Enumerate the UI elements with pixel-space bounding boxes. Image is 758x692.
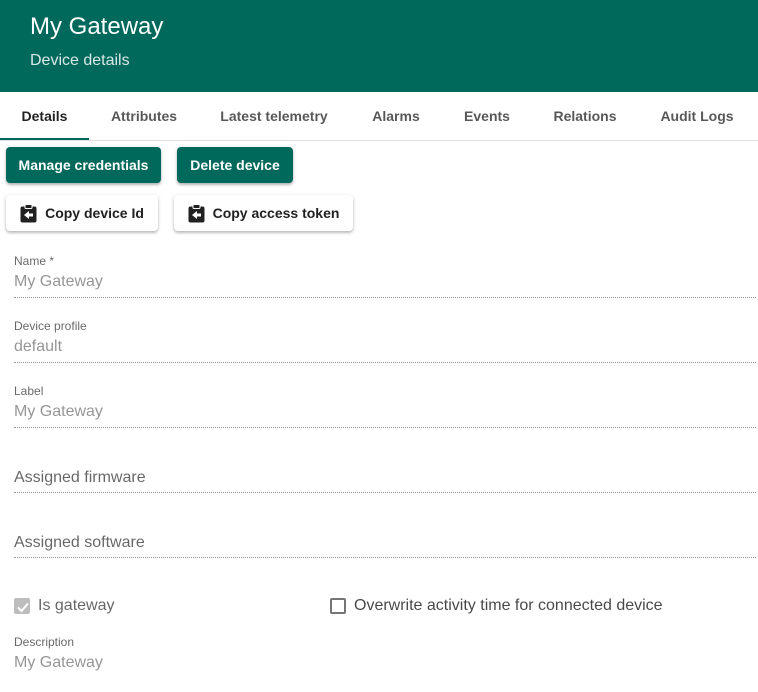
copy-access-token-label: Copy access token — [212, 205, 340, 221]
copy-access-token-button[interactable]: Copy access token — [174, 195, 353, 231]
delete-device-button[interactable]: Delete device — [177, 147, 293, 183]
name-field-underline — [14, 297, 756, 298]
description-value: My Gateway — [14, 654, 103, 671]
device-profile-value: default — [14, 338, 63, 355]
manage-credentials-button[interactable]: Manage credentials — [6, 147, 161, 183]
assigned-software-field[interactable]: Assigned software — [14, 512, 756, 560]
device-profile-field[interactable]: Device profile default — [14, 317, 756, 365]
description-label: Description — [14, 635, 75, 649]
active-tab-indicator — [0, 138, 89, 140]
page-subtitle: Device details — [30, 52, 130, 69]
page-title: My Gateway — [30, 13, 164, 40]
name-field-value: My Gateway — [14, 273, 103, 290]
tab-details[interactable]: Details — [0, 92, 89, 140]
name-field[interactable]: Name * My Gateway — [14, 252, 756, 300]
assigned-firmware-underline — [14, 492, 756, 493]
tab-alarms[interactable]: Alarms — [357, 92, 435, 140]
assigned-firmware-placeholder: Assigned firmware — [14, 469, 146, 486]
is-gateway-label: Is gateway — [38, 597, 115, 614]
label-field-label: Label — [14, 384, 44, 398]
overwrite-activity-box — [330, 598, 346, 614]
copy-device-id-button[interactable]: Copy device Id — [6, 195, 158, 231]
description-field[interactable]: Description My Gateway — [14, 633, 756, 681]
label-field-value: My Gateway — [14, 403, 103, 420]
overwrite-activity-checkbox[interactable]: Overwrite activity time for connected de… — [330, 597, 663, 615]
is-gateway-checkbox[interactable]: Is gateway — [14, 597, 114, 615]
assigned-software-placeholder: Assigned software — [14, 534, 145, 551]
copy-device-id-label: Copy device Id — [45, 205, 144, 221]
assigned-firmware-field[interactable]: Assigned firmware — [14, 447, 756, 495]
clipboard-arrow-left-icon — [188, 203, 205, 223]
label-field-underline — [14, 427, 756, 428]
tab-bar: Details Attributes Latest telemetry Alar… — [0, 92, 758, 141]
device-profile-label: Device profile — [14, 319, 87, 333]
overwrite-activity-label: Overwrite activity time for connected de… — [354, 597, 663, 614]
tab-relations[interactable]: Relations — [541, 92, 629, 140]
tab-latest-telemetry[interactable]: Latest telemetry — [210, 92, 338, 140]
tab-audit-logs[interactable]: Audit Logs — [648, 92, 746, 140]
device-profile-underline — [14, 362, 756, 363]
label-field[interactable]: Label My Gateway — [14, 382, 756, 430]
page-header: My Gateway Device details — [0, 0, 758, 92]
clipboard-arrow-left-icon — [20, 203, 37, 223]
is-gateway-box — [14, 598, 30, 614]
assigned-software-underline — [14, 557, 756, 558]
tab-events[interactable]: Events — [450, 92, 524, 140]
name-field-label: Name * — [14, 254, 55, 268]
tab-attributes[interactable]: Attributes — [96, 92, 192, 140]
